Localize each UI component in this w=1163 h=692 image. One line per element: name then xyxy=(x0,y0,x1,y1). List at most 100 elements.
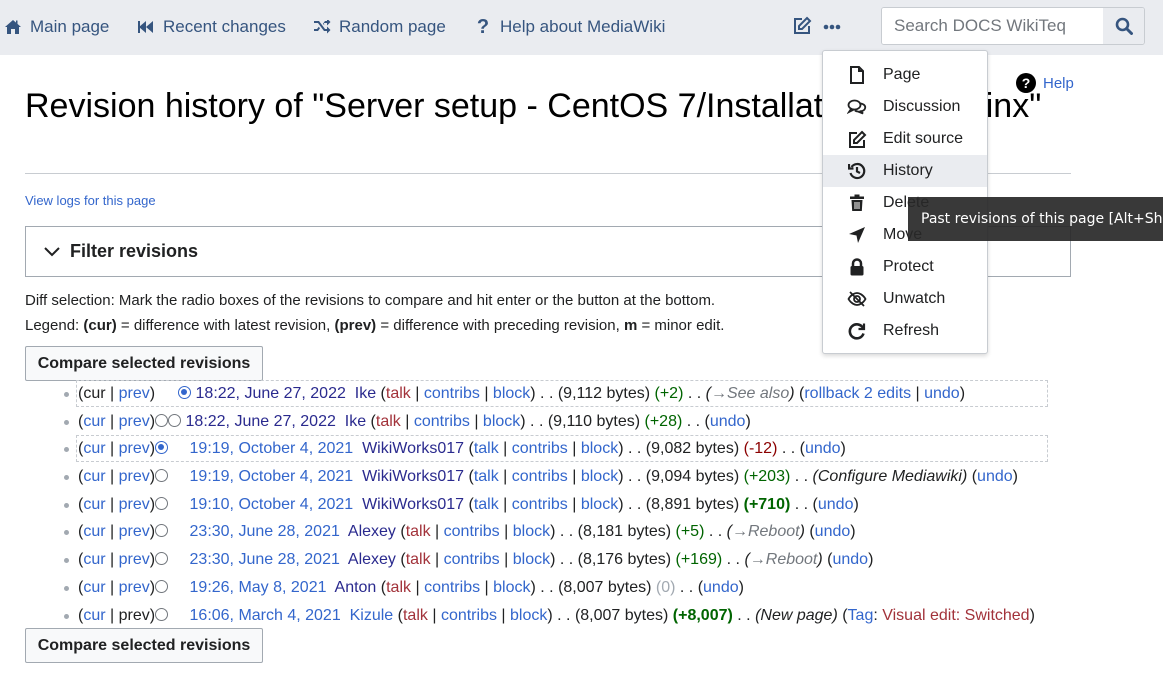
menu-item-unwatch[interactable]: Unwatch xyxy=(823,283,987,315)
revision-date-link[interactable]: 19:19, October 4, 2021 xyxy=(190,468,354,485)
user-contribs-link[interactable]: contribs xyxy=(444,523,500,540)
prev-link[interactable]: prev xyxy=(119,440,150,457)
user-link[interactable]: Kizule xyxy=(350,607,394,624)
diff-old-radio[interactable] xyxy=(155,413,169,427)
user-link[interactable]: Alexey xyxy=(348,551,396,568)
revision-date-link[interactable]: 18:22, June 27, 2022 xyxy=(196,385,346,402)
undo-link[interactable]: undo xyxy=(924,385,960,402)
user-block-link[interactable]: block xyxy=(483,413,520,430)
cur-link[interactable]: cur xyxy=(83,523,105,540)
compare-selected-revisions-button-top[interactable]: Compare selected revisions xyxy=(25,346,263,381)
user-link[interactable]: WikiWorks017 xyxy=(362,468,464,485)
user-contribs-link[interactable]: contribs xyxy=(444,551,500,568)
search-button[interactable] xyxy=(1103,8,1144,44)
revision-date-link[interactable]: 18:22, June 27, 2022 xyxy=(186,413,336,430)
diff-old-radio[interactable] xyxy=(155,607,169,621)
menu-item-history[interactable]: History xyxy=(823,155,987,187)
menu-item-refresh[interactable]: Refresh xyxy=(823,315,987,347)
nav-random-page[interactable]: Random page xyxy=(311,16,446,38)
undo-link[interactable]: undo xyxy=(818,496,854,513)
cur-link[interactable]: cur xyxy=(83,413,105,430)
revision-date-link[interactable]: 16:06, March 4, 2021 xyxy=(190,607,341,624)
nav-main-page[interactable]: Main page xyxy=(2,16,109,38)
undo-link[interactable]: undo xyxy=(832,551,868,568)
prev-link[interactable]: prev xyxy=(119,579,150,596)
user-block-link[interactable]: block xyxy=(493,385,530,402)
cur-link[interactable]: cur xyxy=(83,496,105,513)
diff-old-radio[interactable] xyxy=(155,469,169,483)
user-contribs-link[interactable]: contribs xyxy=(424,385,480,402)
cur-link[interactable]: cur xyxy=(83,551,105,568)
search-input[interactable] xyxy=(882,8,1104,44)
user-block-link[interactable]: block xyxy=(513,523,550,540)
edit-summary-section[interactable]: →Reboot xyxy=(732,523,800,540)
cur-link[interactable]: cur xyxy=(83,579,105,596)
user-block-link[interactable]: block xyxy=(493,579,530,596)
user-talk-link[interactable]: talk xyxy=(406,551,431,568)
revision-date-link[interactable]: 19:10, October 4, 2021 xyxy=(190,496,354,513)
undo-link[interactable]: undo xyxy=(805,440,841,457)
user-link[interactable]: Alexey xyxy=(348,523,396,540)
diff-new-radio[interactable] xyxy=(168,413,182,427)
user-talk-link[interactable]: talk xyxy=(474,468,499,485)
nav-help-mediawiki[interactable]: ? Help about MediaWiki xyxy=(472,16,665,38)
menu-item-edit-source[interactable]: Edit source xyxy=(823,123,987,155)
undo-link[interactable]: undo xyxy=(703,579,739,596)
prev-link[interactable]: prev xyxy=(119,496,150,513)
user-block-link[interactable]: block xyxy=(513,551,550,568)
user-link[interactable]: WikiWorks017 xyxy=(362,440,464,457)
user-talk-link[interactable]: talk xyxy=(403,607,428,624)
edit-icon[interactable] xyxy=(793,16,812,40)
menu-item-discussion[interactable]: Discussion xyxy=(823,91,987,123)
prev-link[interactable]: prev xyxy=(119,385,150,402)
user-block-link[interactable]: block xyxy=(510,607,547,624)
revision-date-link[interactable]: 23:30, June 28, 2021 xyxy=(190,551,340,568)
rollback-link[interactable]: rollback 2 edits xyxy=(804,385,911,402)
edit-summary-section[interactable]: →Reboot xyxy=(750,551,818,568)
user-talk-link[interactable]: talk xyxy=(406,523,431,540)
diff-old-radio[interactable] xyxy=(155,496,169,510)
diff-old-radio[interactable] xyxy=(155,524,169,538)
prev-link[interactable]: prev xyxy=(119,523,150,540)
user-talk-link[interactable]: talk xyxy=(386,385,411,402)
user-link[interactable]: Anton xyxy=(335,579,377,596)
view-logs-link[interactable]: View logs for this page xyxy=(25,193,156,208)
diff-old-radio[interactable] xyxy=(155,579,169,593)
prev-link[interactable]: prev xyxy=(119,468,150,485)
cur-link[interactable]: cur xyxy=(83,607,105,624)
revision-date-link[interactable]: 19:19, October 4, 2021 xyxy=(190,440,354,457)
diff-old-radio[interactable] xyxy=(155,552,169,566)
prev-link[interactable]: prev xyxy=(119,413,150,430)
revision-date-link[interactable]: 19:26, May 8, 2021 xyxy=(190,579,327,596)
user-contribs-link[interactable]: contribs xyxy=(441,607,497,624)
prev-link[interactable]: prev xyxy=(119,551,150,568)
user-link[interactable]: Ike xyxy=(355,385,376,402)
user-talk-link[interactable]: talk xyxy=(474,496,499,513)
compare-selected-revisions-button-bottom[interactable]: Compare selected revisions xyxy=(25,628,263,663)
edit-summary-section[interactable]: →See also xyxy=(711,385,789,402)
user-block-link[interactable]: block xyxy=(581,468,618,485)
undo-link[interactable]: undo xyxy=(710,413,746,430)
revision-date-link[interactable]: 23:30, June 28, 2021 xyxy=(190,523,340,540)
user-block-link[interactable]: block xyxy=(581,440,618,457)
help-link[interactable]: ? Help xyxy=(1016,73,1074,93)
tag-link[interactable]: Tag xyxy=(848,607,874,624)
more-options-icon[interactable] xyxy=(823,18,841,39)
user-link[interactable]: Ike xyxy=(345,413,366,430)
diff-old-radio[interactable] xyxy=(155,441,169,455)
user-contribs-link[interactable]: contribs xyxy=(414,413,470,430)
user-talk-link[interactable]: talk xyxy=(474,440,499,457)
user-contribs-link[interactable]: contribs xyxy=(512,496,568,513)
user-contribs-link[interactable]: contribs xyxy=(512,440,568,457)
cur-link[interactable]: cur xyxy=(83,468,105,485)
diff-new-radio[interactable] xyxy=(178,386,192,399)
menu-item-protect[interactable]: Protect xyxy=(823,251,987,283)
user-talk-link[interactable]: talk xyxy=(386,579,411,596)
menu-item-page[interactable]: Page xyxy=(823,59,987,91)
user-contribs-link[interactable]: contribs xyxy=(424,579,480,596)
undo-link[interactable]: undo xyxy=(977,468,1013,485)
user-link[interactable]: WikiWorks017 xyxy=(362,496,464,513)
user-contribs-link[interactable]: contribs xyxy=(512,468,568,485)
user-talk-link[interactable]: talk xyxy=(376,413,401,430)
user-block-link[interactable]: block xyxy=(581,496,618,513)
